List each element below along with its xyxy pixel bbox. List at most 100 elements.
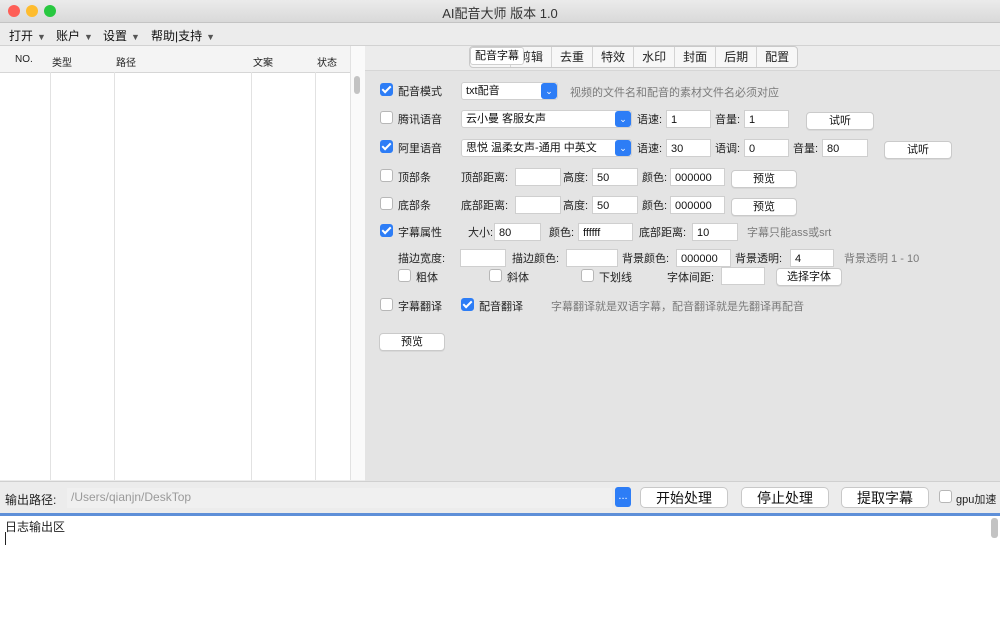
title-bar: AI配音大师 版本 1.0 — [0, 0, 1000, 23]
subtitle-format-hint: 字幕只能ass或srt — [747, 227, 832, 239]
menu-settings-label: 设置 — [103, 29, 128, 43]
tab-post[interactable]: 后期 — [716, 47, 758, 67]
ali-voice-select[interactable]: 思悦 温柔女声-通用 中英文 ⌄ — [461, 139, 632, 157]
file-table[interactable]: NO. 类型 路径 文案 状态 — [0, 46, 365, 480]
browse-button[interactable]: ... — [615, 487, 631, 507]
gpu-accel-checkbox[interactable] — [939, 490, 952, 503]
top-height-input[interactable]: 50 — [592, 168, 638, 186]
column-header-no[interactable]: NO. — [15, 54, 33, 65]
tencent-voice-value: 云小曼 客服女声 — [466, 113, 547, 125]
bg-color-input[interactable]: 000000 — [676, 249, 731, 267]
italic-checkbox[interactable] — [489, 269, 502, 282]
ali-speed-input[interactable]: 30 — [666, 139, 711, 157]
menu-settings[interactable]: 设置 ▼ — [103, 27, 140, 44]
table-scrollbar[interactable] — [350, 46, 365, 480]
gpu-accel-label: gpu加速 — [956, 494, 997, 506]
bg-alpha-hint: 背景透明 1 - 10 — [844, 253, 920, 265]
column-divider — [50, 72, 51, 480]
dub-mode-value: txt配音 — [466, 85, 500, 97]
ali-try-button[interactable]: 试听 — [884, 141, 952, 159]
tencent-voice-select[interactable]: 云小曼 客服女声 ⌄ — [461, 110, 632, 128]
top-bar-checkbox[interactable] — [380, 169, 393, 182]
log-area[interactable]: 日志输出区 — [0, 516, 1000, 621]
dub-mode-label: 配音模式 — [398, 86, 442, 98]
subtitle-color-label: 颜色: — [549, 227, 575, 239]
output-path-input[interactable]: /Users/qianjn/DeskTop — [67, 488, 612, 508]
dub-translate-checkbox[interactable] — [461, 298, 474, 311]
subtitle-size-input[interactable]: 80 — [494, 223, 541, 241]
column-header-status[interactable]: 状态 — [317, 54, 337, 69]
tab-dedupe[interactable]: 去重 — [552, 47, 594, 67]
font-spacing-input[interactable] — [721, 267, 765, 285]
bold-label: 粗体 — [416, 272, 438, 284]
tab-watermark[interactable]: 水印 — [634, 47, 676, 67]
stop-button[interactable]: 停止处理 — [741, 487, 829, 508]
bottom-height-input[interactable]: 50 — [592, 196, 638, 214]
top-height-label: 高度: — [563, 172, 589, 184]
ali-pitch-input[interactable]: 0 — [744, 139, 789, 157]
column-divider — [251, 72, 252, 480]
extract-subtitle-button[interactable]: 提取字幕 — [841, 487, 929, 508]
subtitle-color-input[interactable]: ffffff — [578, 223, 633, 241]
tab-config[interactable]: 配置 — [757, 47, 797, 67]
column-header-path[interactable]: 路径 — [116, 54, 136, 69]
bg-alpha-input[interactable]: 4 — [790, 249, 834, 267]
tencent-volume-label: 音量: — [715, 114, 741, 126]
top-color-label: 颜色: — [642, 172, 668, 184]
scrollbar-thumb[interactable] — [354, 76, 360, 94]
output-path-label: 输出路径: — [5, 493, 57, 507]
subtitle-props-checkbox[interactable] — [380, 224, 393, 237]
bottom-preview-button[interactable]: 预览 — [731, 198, 797, 216]
column-divider — [315, 72, 316, 480]
subtitle-translate-checkbox[interactable] — [380, 298, 393, 311]
tencent-speed-input[interactable]: 1 — [666, 110, 711, 128]
column-header-type[interactable]: 类型 — [52, 54, 72, 69]
menu-bar: 打开 ▼ 账户 ▼ 设置 ▼ 帮助|支持 ▼ — [0, 23, 1000, 46]
bg-alpha-label: 背景透明: — [735, 253, 783, 265]
menu-open[interactable]: 打开 ▼ — [9, 27, 46, 44]
dub-mode-checkbox[interactable] — [380, 83, 393, 96]
ali-voice-label: 阿里语音 — [398, 143, 442, 155]
tab-effects[interactable]: 特效 — [593, 47, 635, 67]
bottom-distance-label: 底部距离: — [461, 200, 509, 212]
ali-pitch-label: 语调: — [715, 143, 741, 155]
bottom-bar-checkbox[interactable] — [380, 197, 393, 210]
choose-font-button[interactable]: 选择字体 — [776, 268, 842, 286]
subtitle-bottom-input[interactable]: 10 — [692, 223, 738, 241]
column-header-copy[interactable]: 文案 — [253, 54, 273, 69]
preview-button[interactable]: 预览 — [379, 333, 445, 351]
dub-mode-select[interactable]: txt配音 ⌄ — [461, 82, 558, 100]
top-distance-input[interactable] — [515, 168, 561, 186]
tencent-volume-input[interactable]: 1 — [744, 110, 789, 128]
tab-dub-subtitle[interactable]: 配音字幕 — [470, 47, 524, 65]
column-divider — [114, 72, 115, 480]
subtitle-bottom-label: 底部距离: — [639, 227, 687, 239]
subtitle-size-label: 大小: — [468, 227, 494, 239]
ali-voice-checkbox[interactable] — [380, 140, 393, 153]
menu-help[interactable]: 帮助|支持 ▼ — [151, 27, 215, 44]
underline-checkbox[interactable] — [581, 269, 594, 282]
stroke-width-input[interactable] — [460, 249, 506, 267]
ali-voice-value: 思悦 温柔女声-通用 中英文 — [466, 142, 597, 154]
italic-label: 斜体 — [507, 272, 529, 284]
chevron-down-icon: ⌄ — [615, 140, 631, 156]
window-title: AI配音大师 版本 1.0 — [442, 6, 558, 21]
dub-translate-label: 配音翻译 — [479, 301, 523, 313]
bold-checkbox[interactable] — [398, 269, 411, 282]
tencent-voice-checkbox[interactable] — [380, 111, 393, 124]
top-preview-button[interactable]: 预览 — [731, 170, 797, 188]
menu-account[interactable]: 账户 ▼ — [56, 27, 93, 44]
top-bar-label: 顶部条 — [398, 172, 431, 184]
log-scrollbar-thumb[interactable] — [991, 518, 998, 538]
ali-volume-input[interactable]: 80 — [822, 139, 868, 157]
underline-label: 下划线 — [599, 272, 632, 284]
bottom-height-label: 高度: — [563, 200, 589, 212]
top-color-input[interactable]: 000000 — [670, 168, 725, 186]
subtitle-translate-label: 字幕翻译 — [398, 301, 442, 313]
tencent-try-button[interactable]: 试听 — [806, 112, 874, 130]
bottom-distance-input[interactable] — [515, 196, 561, 214]
bottom-color-input[interactable]: 000000 — [670, 196, 725, 214]
stroke-color-input[interactable] — [566, 249, 618, 267]
start-button[interactable]: 开始处理 — [640, 487, 728, 508]
tab-cover[interactable]: 封面 — [675, 47, 717, 67]
